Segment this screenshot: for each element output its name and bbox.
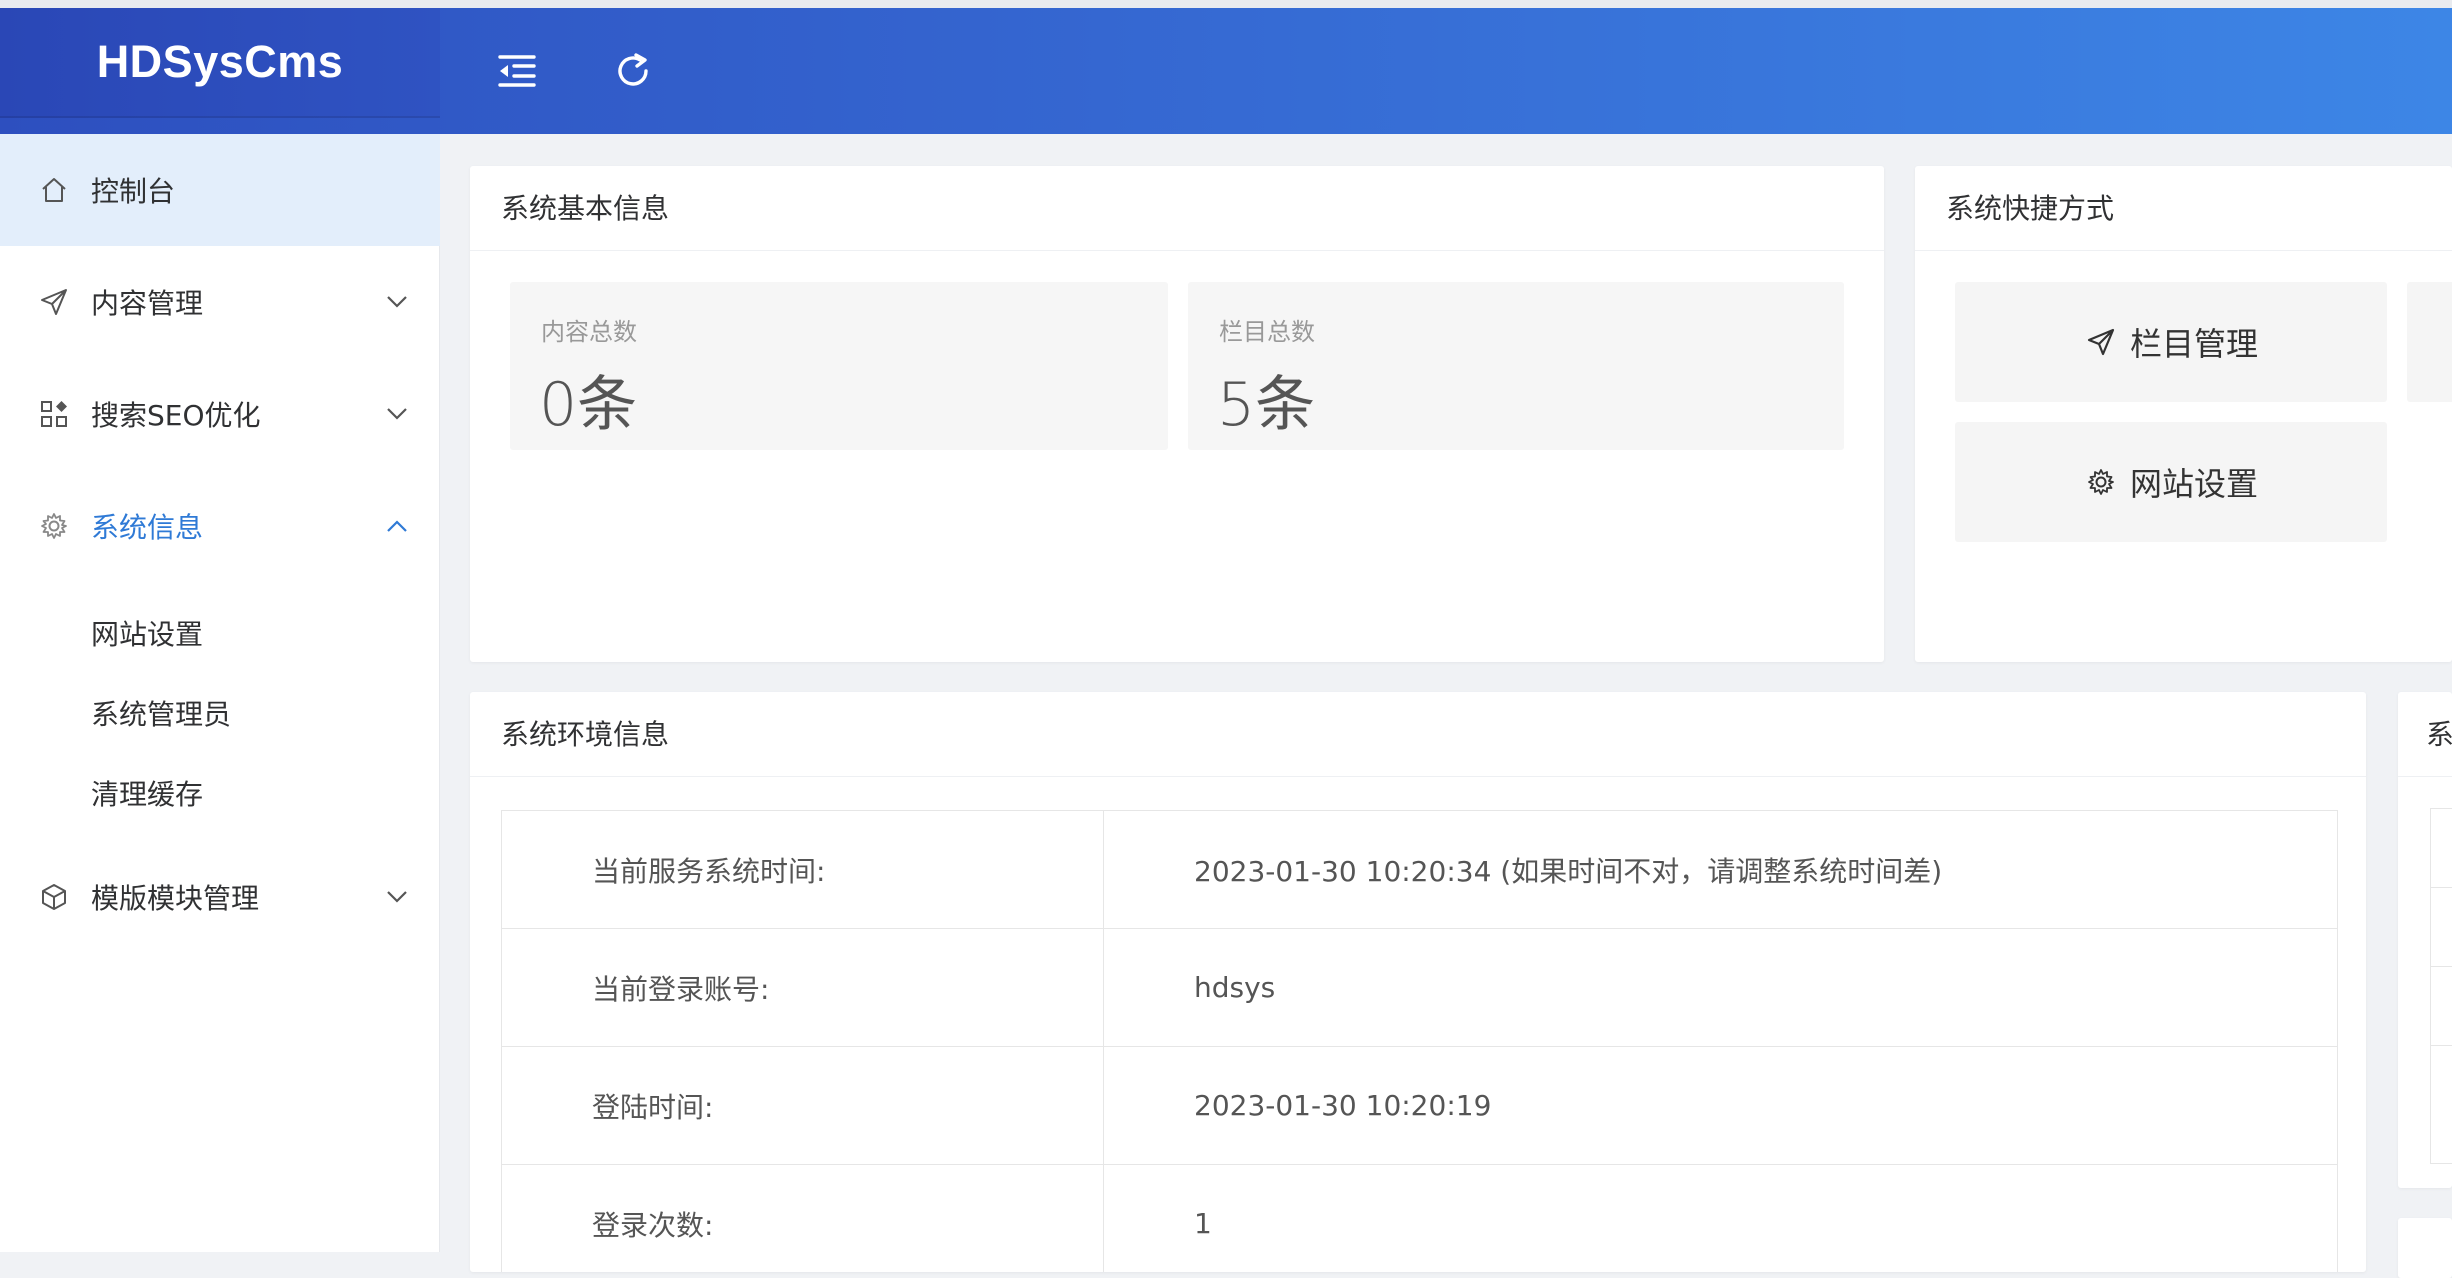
stat-value: 5条 — [1217, 370, 1316, 440]
table-row: 登录次数: 1 — [501, 1164, 2338, 1272]
sidebar-item-label: 搜索SEO优化 — [91, 399, 261, 432]
card-title: 系 — [2398, 692, 2452, 777]
env-value: 2023-01-30 10:20:19 — [1103, 1046, 2338, 1165]
refresh-icon[interactable] — [608, 46, 658, 96]
shortcut-button-partial[interactable] — [2407, 282, 2452, 402]
sidebar-subitem-admins[interactable]: 系统管理员 — [91, 693, 231, 733]
sidebar-item-system-info[interactable]: 系统信息 — [0, 470, 440, 582]
stat-label: 内容总数 — [541, 318, 637, 346]
sidebar-item-dashboard[interactable]: 控制台 — [0, 134, 440, 246]
table-row: 登陆时间: 2023-01-30 10:20:19 — [501, 1046, 2338, 1165]
app-logo: HDSysCms — [96, 36, 344, 87]
env-key: 当前服务系统时间: — [501, 810, 1104, 929]
stat-value: 0条 — [539, 370, 638, 440]
card-title: 系统基本信息 — [470, 166, 1884, 251]
chevron-down-icon — [382, 287, 412, 317]
home-icon — [38, 174, 70, 206]
grid-icon — [38, 398, 70, 430]
sidebar-item-seo[interactable]: 搜索SEO优化 — [0, 358, 440, 470]
env-key: 当前登录账号: — [501, 928, 1104, 1047]
right-side-card: 系 — [2398, 692, 2452, 1188]
shortcuts-card: 系统快捷方式 栏目管理 网站设置 — [1915, 166, 2452, 662]
shortcut-column-manage-button[interactable]: 栏目管理 — [1955, 282, 2387, 402]
sidebar: 控制台 内容管理 搜索SEO优化 系统信息 网站设置 系统管理员 清理缓存 模版… — [0, 134, 440, 1252]
shortcut-label: 网站设置 — [2129, 465, 2258, 503]
stat-label: 栏目总数 — [1219, 318, 1315, 346]
sidebar-subitem-site-settings[interactable]: 网站设置 — [91, 613, 203, 653]
logo-area: HDSysCms — [0, 8, 440, 118]
chevron-down-icon — [382, 882, 412, 912]
env-value: 2023-01-30 10:20:34 (如果时间不对，请调整系统时间差) — [1103, 810, 2338, 929]
table-row: 当前登录账号: hdsys — [501, 928, 2338, 1047]
gear-icon — [2084, 465, 2118, 499]
menu-fold-icon[interactable] — [492, 46, 542, 96]
basic-info-card: 系统基本信息 内容总数 0条 栏目总数 5条 — [470, 166, 1884, 662]
env-value: 1 — [1103, 1164, 2338, 1272]
env-key: 登录次数: — [501, 1164, 1104, 1272]
partial-table — [2430, 808, 2452, 1164]
sidebar-item-templates[interactable]: 模版模块管理 — [0, 841, 440, 953]
send-icon — [38, 286, 70, 318]
sidebar-subitem-clear-cache[interactable]: 清理缓存 — [91, 773, 203, 813]
cube-icon — [38, 881, 70, 913]
shortcut-site-settings-button[interactable]: 网站设置 — [1955, 422, 2387, 542]
sidebar-item-content[interactable]: 内容管理 — [0, 246, 440, 358]
stat-content-total: 内容总数 0条 — [510, 282, 1168, 450]
env-info-card: 系统环境信息 当前服务系统时间: 2023-01-30 10:20:34 (如果… — [470, 692, 2366, 1272]
send-icon — [2084, 325, 2118, 359]
card-title: 系统快捷方式 — [1915, 166, 2452, 251]
gear-icon — [38, 510, 70, 542]
top-border — [0, 0, 2452, 8]
sidebar-item-label: 控制台 — [91, 175, 176, 208]
shortcut-label: 栏目管理 — [2129, 325, 2258, 363]
stat-column-total: 栏目总数 5条 — [1188, 282, 1844, 450]
sidebar-item-label: 模版模块管理 — [91, 882, 260, 915]
table-row: 当前服务系统时间: 2023-01-30 10:20:34 (如果时间不对，请调… — [501, 810, 2338, 929]
chevron-up-icon — [382, 511, 412, 541]
env-key: 登陆时间: — [501, 1046, 1104, 1165]
env-value: hdsys — [1103, 928, 2338, 1047]
chevron-down-icon — [382, 399, 412, 429]
top-header: HDSysCms — [0, 8, 2452, 134]
right-side-card-lower — [2398, 1218, 2452, 1278]
sidebar-item-label: 内容管理 — [91, 287, 204, 320]
card-title: 系统环境信息 — [470, 692, 2366, 777]
sidebar-item-label: 系统信息 — [91, 511, 204, 544]
env-info-table: 当前服务系统时间: 2023-01-30 10:20:34 (如果时间不对，请调… — [501, 810, 2338, 1272]
